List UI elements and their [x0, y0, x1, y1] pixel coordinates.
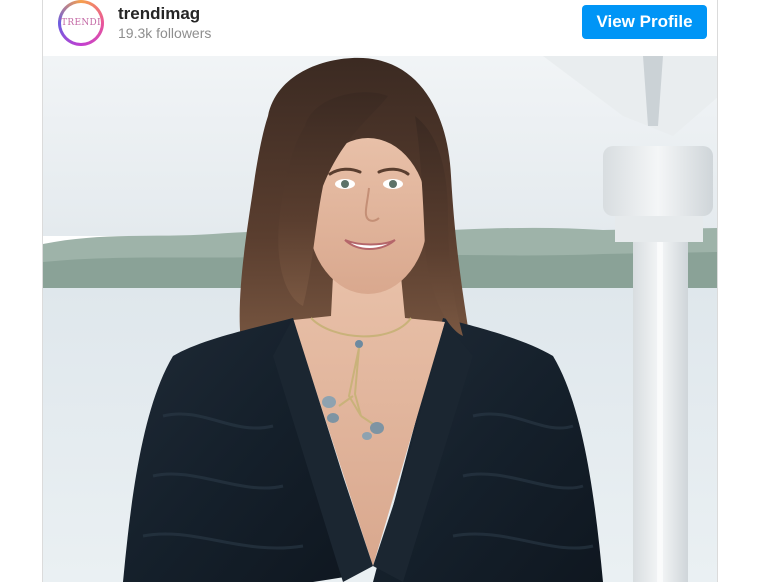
avatar-logo: TRENDI — [61, 3, 101, 43]
account-username[interactable]: trendimag — [118, 4, 200, 24]
profile-avatar[interactable]: TRENDI — [58, 0, 104, 46]
avatar-logo-text: TRENDI — [61, 18, 101, 28]
instagram-embed-card: TRENDI trendimag 19.3k followers View Pr… — [42, 0, 718, 582]
view-profile-button[interactable]: View Profile — [582, 5, 707, 39]
embed-header: TRENDI trendimag 19.3k followers View Pr… — [43, 0, 717, 56]
post-photo[interactable] — [43, 56, 717, 582]
follower-count: 19.3k followers — [118, 25, 212, 41]
portrait-photo-image — [43, 56, 717, 582]
page: TRENDI trendimag 19.3k followers View Pr… — [0, 0, 783, 582]
